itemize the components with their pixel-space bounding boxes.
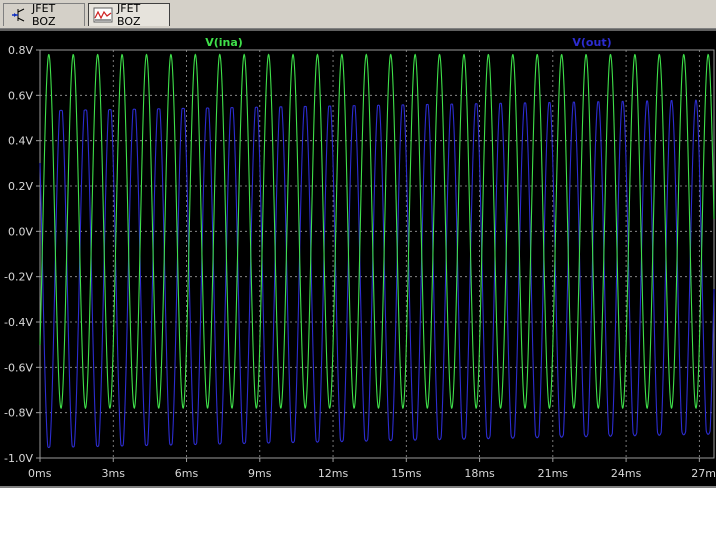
y-tick-label: -1.0V xyxy=(4,452,33,465)
tab-waveform-label: JFET BOZ xyxy=(117,2,141,28)
schematic-icon xyxy=(8,7,28,23)
window-bottom-border xyxy=(0,486,716,488)
y-tick-label: 0.8V xyxy=(8,44,33,57)
x-tick-label: 0ms xyxy=(28,467,52,480)
y-axis-labels: 0.8V 0.6V 0.4V 0.2V 0.0V -0.2V -0.4V -0.6V -0.8V… xyxy=(4,44,33,465)
x-tick-label: 18ms xyxy=(464,467,495,480)
tab-schematic-label: JFET BOZ xyxy=(32,2,56,28)
x-tick-label: 12ms xyxy=(318,467,349,480)
y-tick-label: 0.6V xyxy=(8,89,33,102)
y-tick-label: -0.2V xyxy=(4,271,33,284)
trace-legend[interactable]: V(ina) V(out) xyxy=(205,36,611,49)
waveform-icon xyxy=(93,7,113,23)
y-tick-label: 0.2V xyxy=(8,180,33,193)
x-tick-label: 24ms xyxy=(611,467,642,480)
ltspice-waveform-window: JFET BOZ JFET BOZ 0.8V 0.6V 0.4V 0.2V 0.0V -0… xyxy=(0,0,716,547)
tab-schematic[interactable]: JFET BOZ xyxy=(3,2,85,28)
series-layer xyxy=(39,53,715,449)
waveform-plot[interactable]: 0.8V 0.6V 0.4V 0.2V 0.0V -0.2V -0.4V -0.6V -0.8V… xyxy=(0,31,716,487)
grid-lines xyxy=(36,49,715,462)
x-tick-label: 6ms xyxy=(175,467,199,480)
x-tick-label: 27m xyxy=(691,467,716,480)
tab-waveform[interactable]: JFET BOZ xyxy=(88,2,170,28)
tab-bar: JFET BOZ JFET BOZ xyxy=(0,0,716,29)
legend-entry[interactable]: V(out) xyxy=(572,36,611,49)
y-tick-label: -0.6V xyxy=(4,361,33,374)
y-tick-label: -0.8V xyxy=(4,407,33,420)
x-axis-labels: 0ms 3ms 6ms 9ms 12ms 15ms 18ms 21ms 24ms 27m xyxy=(28,467,716,480)
plot-pane[interactable]: 0.8V 0.6V 0.4V 0.2V 0.0V -0.2V -0.4V -0.6V -0.8V… xyxy=(0,29,716,487)
y-tick-label: 0.0V xyxy=(8,225,33,238)
y-tick-label: -0.4V xyxy=(4,316,33,329)
x-tick-label: 15ms xyxy=(391,467,422,480)
legend-entry[interactable]: V(ina) xyxy=(205,36,243,49)
y-tick-label: 0.4V xyxy=(8,135,33,148)
x-tick-label: 9ms xyxy=(248,467,272,480)
x-tick-label: 3ms xyxy=(102,467,126,480)
x-tick-label: 21ms xyxy=(538,467,569,480)
